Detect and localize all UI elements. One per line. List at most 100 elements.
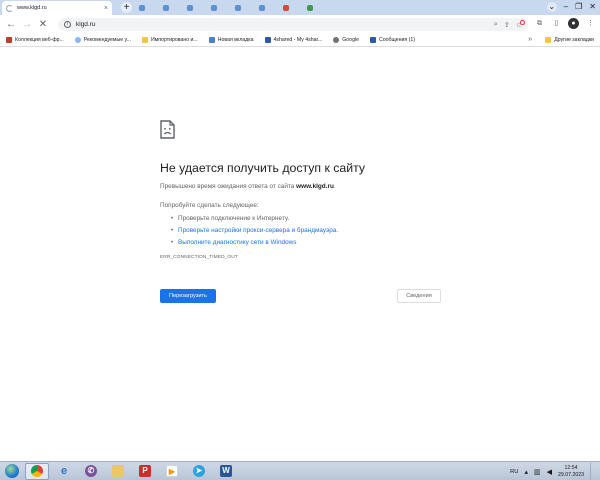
favicon-blue-icon (259, 4, 265, 11)
tab-strip: www.klgd.ru × + ⌄ – ❐ ✕ (0, 0, 600, 15)
error-description-end: . (333, 183, 336, 190)
bookmark-label: Google (342, 37, 359, 43)
tab-active[interactable]: www.klgd.ru × (2, 1, 112, 15)
tab-search-icon[interactable]: ⌄ (546, 2, 557, 12)
folder-icon (141, 37, 148, 43)
side-panel-icon[interactable]: ▯ (551, 18, 562, 29)
bookmark-item[interactable]: Импортировано и... (141, 37, 198, 43)
extensions-area: O ⧉ ▯ ● ⋮ (517, 18, 596, 29)
profile-avatar-icon[interactable]: ● (568, 18, 579, 29)
word-icon: W (220, 465, 232, 477)
taskbar: e ✆ P ▶ ➤ W RU ▴ ▥ ◀ 12:54 29.07.2023 (0, 461, 600, 480)
background-tab[interactable] (256, 2, 278, 13)
background-tab[interactable] (208, 2, 230, 13)
bookmark-label: Новая вкладка (217, 37, 254, 43)
window-controls: ⌄ – ❐ ✕ (546, 2, 596, 12)
tab-title: www.klgd.ru (17, 5, 47, 11)
other-bookmarks[interactable]: Другие закладки (545, 37, 594, 43)
extensions-puzzle-icon[interactable]: ⧉ (534, 18, 545, 29)
background-tab[interactable] (280, 2, 302, 13)
taskbar-sabbath-app[interactable]: P (133, 463, 157, 480)
show-desktop-button[interactable] (590, 463, 596, 480)
suggestion-item: Проверьте подключение к Интернету. (171, 213, 338, 225)
taskbar-file-explorer[interactable] (106, 463, 130, 480)
bookmark-label: Сообщения (1) (379, 37, 415, 43)
clock-time: 12:54 (564, 464, 578, 471)
telegram-icon: ➤ (193, 465, 205, 477)
favicon-blue-icon (187, 4, 193, 11)
app-p-icon: P (139, 465, 151, 477)
bookmarks-bar: Коллекция веб-фр... Рекомендуемые у... И… (0, 34, 600, 47)
taskbar-internet-explorer[interactable]: e (52, 463, 76, 480)
taskbar-telegram[interactable]: ➤ (187, 463, 211, 480)
background-tabs (136, 2, 326, 13)
bookmark-label: Коллекция веб-фр... (15, 37, 64, 43)
menu-dots-icon[interactable]: ⋮ (585, 18, 596, 29)
background-tab[interactable] (136, 2, 158, 13)
zoom-search-icon[interactable]: ⌕ (494, 21, 498, 29)
bookmark-item[interactable]: Рекомендуемые у... (74, 37, 131, 43)
background-tab[interactable] (232, 2, 254, 13)
background-tab[interactable] (304, 2, 326, 13)
minimize-icon[interactable]: – (564, 2, 568, 12)
clock-date: 29.07.2023 (558, 471, 584, 478)
opera-extension-icon[interactable]: O (517, 18, 528, 29)
search-icon (74, 37, 81, 43)
maximize-icon[interactable]: ❐ (575, 2, 582, 12)
forward-arrow-icon[interactable]: → (20, 18, 34, 32)
viber-icon: ✆ (85, 465, 97, 477)
close-tab-icon[interactable]: × (104, 5, 108, 12)
bookmark-item[interactable]: 4shared - My 4shar... (264, 37, 322, 43)
taskbar-chrome[interactable] (25, 462, 49, 480)
loading-spinner-icon (6, 4, 13, 12)
system-tray: RU ▴ ▥ ◀ 12:54 29.07.2023 (510, 463, 596, 480)
error-host: www.klgd.ru (296, 183, 334, 190)
info-icon[interactable]: i (64, 21, 71, 28)
bookmark-item[interactable]: Google (333, 37, 359, 43)
taskbar-viber[interactable]: ✆ (79, 463, 103, 480)
address-bar[interactable]: i klgd.ru ⌕ ⇪ ☆ (58, 18, 528, 31)
bookmark-label: Рекомендуемые у... (83, 37, 131, 43)
suggestion-link-diagnostics[interactable]: Выполните диагностику сети в Windows (171, 237, 338, 249)
favicon-green-icon (307, 4, 313, 11)
tray-arrow-icon[interactable]: ▴ (525, 468, 529, 476)
favicon-blue-icon (139, 4, 145, 11)
share-icon[interactable]: ⇪ (504, 21, 510, 29)
globe-icon (333, 37, 340, 43)
4shared-icon (264, 37, 271, 43)
bookmark-item[interactable]: Коллекция веб-фр... (6, 37, 64, 43)
folder-icon (112, 465, 124, 477)
bookmarks-overflow-icon[interactable]: » (528, 36, 532, 43)
volume-icon[interactable]: ◀ (547, 468, 552, 476)
close-window-icon[interactable]: ✕ (589, 2, 596, 12)
page-icon (208, 37, 215, 43)
new-tab-button[interactable]: + (121, 2, 132, 13)
details-button[interactable]: Сведения (397, 289, 441, 303)
address-text[interactable]: klgd.ru (76, 21, 488, 28)
error-description-text: Превышено время ожидания ответа от сайта (160, 183, 297, 190)
start-button[interactable] (2, 463, 22, 480)
background-tab[interactable] (184, 2, 206, 13)
network-icon[interactable]: ▥ (534, 468, 541, 476)
clock[interactable]: 12:54 29.07.2023 (558, 465, 584, 479)
error-page: Не удается получить доступ к сайту Превы… (0, 48, 600, 461)
language-indicator[interactable]: RU (510, 469, 518, 475)
error-description: Превышено время ожидания ответа от сайта… (160, 183, 336, 190)
chrome-icon (31, 465, 43, 477)
suggestions-heading: Попробуйте сделать следующее: (160, 202, 259, 209)
media-player-icon: ▶ (166, 465, 178, 477)
background-tab[interactable] (160, 2, 182, 13)
back-arrow-icon[interactable]: ← (4, 18, 18, 32)
bookmark-item[interactable]: Новая вкладка (208, 37, 254, 43)
pinterest-icon (6, 37, 12, 43)
taskbar-word[interactable]: W (214, 463, 238, 480)
favicon-blue-icon (211, 4, 217, 11)
bookmark-label: Импортировано и... (150, 37, 198, 43)
suggestions-list: Проверьте подключение к Интернету. Прове… (171, 213, 338, 249)
bookmark-item[interactable]: Сообщения (1) (370, 37, 415, 43)
stop-loading-icon[interactable]: ✕ (36, 18, 50, 32)
reload-button[interactable]: Перезагрузить (160, 289, 216, 303)
folder-icon (545, 37, 552, 43)
taskbar-media-player[interactable]: ▶ (160, 463, 184, 480)
suggestion-link-proxy[interactable]: Проверьте настройки прокси-сервера и бра… (171, 225, 338, 237)
